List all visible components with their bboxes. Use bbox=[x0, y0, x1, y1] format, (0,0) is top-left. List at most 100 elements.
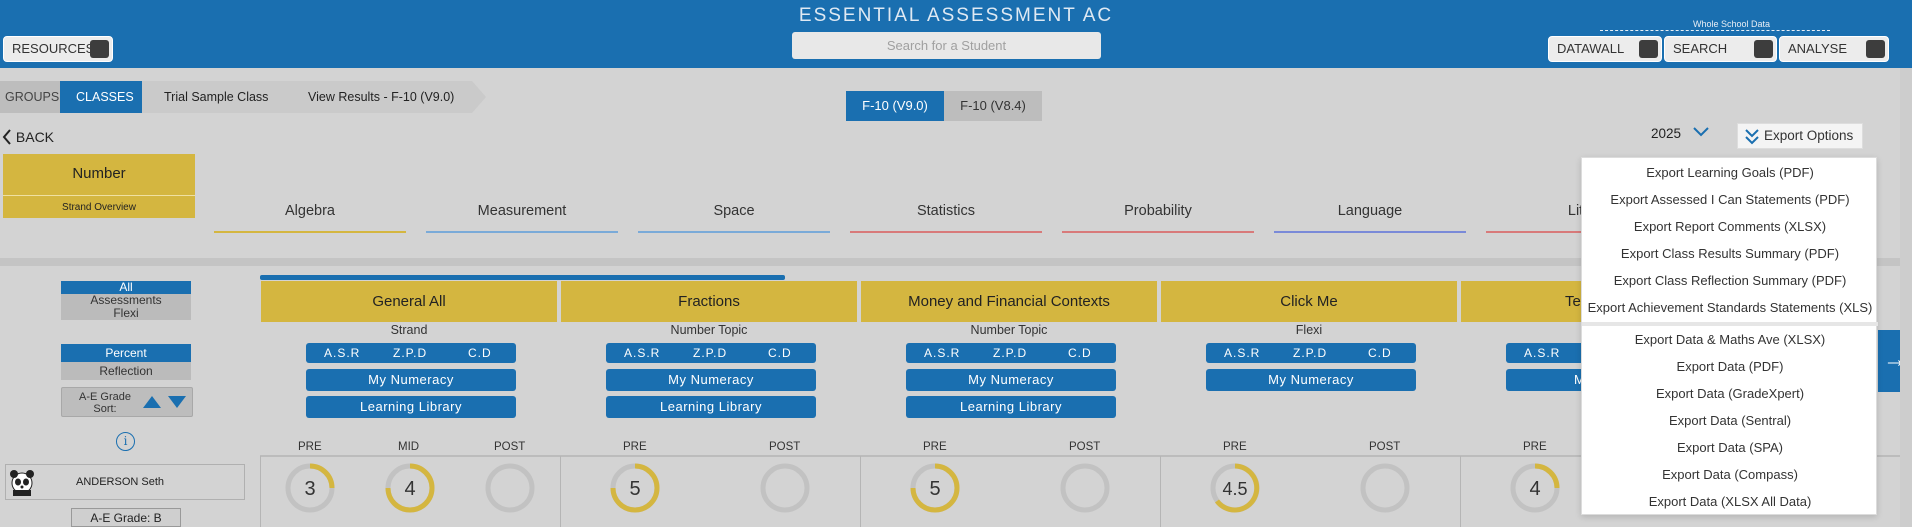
score-value: 5 bbox=[629, 478, 640, 500]
score-value: 4 bbox=[1529, 478, 1540, 500]
menu-item-export[interactable]: Export Achievement Standards Statements … bbox=[1582, 300, 1878, 315]
my-numeracy-button[interactable]: My Numeracy bbox=[1206, 369, 1416, 391]
phase-label: POST bbox=[494, 441, 526, 453]
column-divider bbox=[1160, 456, 1161, 527]
student-row-header[interactable]: ANDERSON Seth bbox=[5, 464, 245, 500]
cd-link[interactable]: C.D bbox=[468, 346, 492, 360]
cd-link[interactable]: C.D bbox=[768, 346, 792, 360]
zpd-link[interactable]: Z.P.D bbox=[693, 346, 727, 360]
score-value: 5 bbox=[929, 478, 940, 500]
asr-link[interactable]: A.S.R bbox=[1224, 346, 1260, 360]
cd-link[interactable]: C.D bbox=[1368, 346, 1392, 360]
asr-zpd-cd-bar[interactable]: A.S.R Z.P.D C.D bbox=[606, 343, 816, 363]
phase-label: PRE bbox=[923, 441, 947, 453]
phase-label: PRE bbox=[1223, 441, 1247, 453]
score-ring[interactable]: 5 bbox=[909, 462, 961, 514]
phase-label: POST bbox=[1069, 441, 1101, 453]
score-value: 4 bbox=[404, 478, 415, 500]
search-toggle-icon bbox=[1754, 40, 1773, 58]
score-ring[interactable]: 5 bbox=[609, 462, 661, 514]
zpd-link[interactable]: Z.P.D bbox=[393, 346, 427, 360]
my-numeracy-button[interactable]: My Numeracy bbox=[306, 369, 516, 391]
phase-label: PRE bbox=[1523, 441, 1547, 453]
tab-strand-algebra[interactable]: Algebra bbox=[214, 203, 406, 233]
menu-item-export[interactable]: Export Class Results Summary (PDF) bbox=[1582, 246, 1878, 261]
datawall-button[interactable]: DATAWALL bbox=[1548, 36, 1662, 62]
filter-flexi[interactable]: Flexi bbox=[61, 307, 191, 320]
assessment-title[interactable]: Money and Financial Contexts bbox=[861, 281, 1157, 322]
menu-item-export[interactable]: Export Data & Maths Ave (XLSX) bbox=[1582, 332, 1878, 347]
asr-zpd-cd-bar[interactable]: A.S.R Z.P.D C.D bbox=[906, 343, 1116, 363]
whole-school-data-label: Whole School Data bbox=[1692, 19, 1770, 29]
tab-strand-statistics[interactable]: Statistics bbox=[850, 203, 1042, 233]
sort-ascending-icon[interactable] bbox=[142, 394, 162, 410]
resources-button[interactable]: RESOURCES bbox=[3, 36, 113, 62]
display-mode-toggle[interactable]: Percent Reflection bbox=[61, 344, 191, 380]
tab-strand-probability[interactable]: Probability bbox=[1062, 203, 1254, 233]
assessment-title[interactable]: Click Me bbox=[1161, 281, 1457, 322]
tab-strand-space[interactable]: Space bbox=[638, 203, 830, 233]
my-numeracy-button[interactable]: My Numeracy bbox=[606, 369, 816, 391]
menu-item-export[interactable]: Export Data (GradeXpert) bbox=[1582, 386, 1878, 401]
assessment-type: Number Topic bbox=[970, 323, 1048, 337]
student-search-input[interactable]: Search for a Student bbox=[792, 32, 1101, 59]
assessment-filter-toggle[interactable]: All Assessments Flexi bbox=[61, 281, 191, 320]
cd-link[interactable]: C.D bbox=[1068, 346, 1092, 360]
strand-card-number[interactable]: Number Strand Overview bbox=[3, 154, 195, 218]
asr-zpd-cd-bar[interactable]: A.S.R Z.P.D C.D bbox=[1206, 343, 1416, 363]
student-name[interactable]: ANDERSON Seth bbox=[76, 465, 164, 499]
zpd-link[interactable]: Z.P.D bbox=[1293, 346, 1327, 360]
zpd-link[interactable]: Z.P.D bbox=[993, 346, 1027, 360]
export-options-button[interactable]: Export Options bbox=[1737, 123, 1863, 149]
datawall-toggle-icon bbox=[1639, 40, 1658, 58]
learning-library-button[interactable]: Learning Library bbox=[606, 396, 816, 418]
breadcrumb-classes[interactable]: CLASSES bbox=[60, 81, 142, 113]
score-ring[interactable]: 4.5 bbox=[1209, 462, 1261, 514]
score-value: 4.5 bbox=[1222, 479, 1247, 499]
asr-link[interactable]: A.S.R bbox=[624, 346, 660, 360]
tab-strand-language[interactable]: Language bbox=[1274, 203, 1466, 233]
sort-descending-icon[interactable] bbox=[167, 394, 187, 410]
menu-item-export[interactable]: Export Report Comments (XLSX) bbox=[1582, 219, 1878, 234]
menu-item-export[interactable]: Export Class Reflection Summary (PDF) bbox=[1582, 273, 1878, 288]
page-scrollbar[interactable] bbox=[1900, 68, 1912, 527]
search-button[interactable]: SEARCH bbox=[1664, 36, 1777, 62]
asr-link[interactable]: A.S.R bbox=[324, 346, 360, 360]
back-button[interactable]: BACK bbox=[2, 129, 54, 145]
score-ring[interactable]: 4 bbox=[384, 462, 436, 514]
resources-toggle-icon bbox=[90, 40, 109, 58]
tab-version-9[interactable]: F-10 (V9.0) bbox=[846, 91, 944, 121]
score-ring[interactable]: 4 bbox=[1509, 462, 1561, 514]
menu-item-export[interactable]: Export Data (SPA) bbox=[1582, 440, 1878, 455]
asr-link[interactable]: A.S.R bbox=[924, 346, 960, 360]
menu-item-export[interactable]: Export Assessed I Can Statements (PDF) bbox=[1582, 192, 1878, 207]
asr-link[interactable]: A.S.R bbox=[1524, 346, 1560, 360]
export-options-menu: Export Learning Goals (PDF) Export Asses… bbox=[1581, 157, 1878, 515]
breadcrumb-groups[interactable]: GROUPS bbox=[0, 81, 60, 113]
column-divider bbox=[560, 456, 561, 527]
info-icon[interactable]: i bbox=[116, 432, 135, 451]
assessment-title[interactable]: Fractions bbox=[561, 281, 857, 322]
score-ring[interactable]: 3 bbox=[284, 462, 336, 514]
top-header: ESSENTIAL ASSESSMENT AC RESOURCES Search… bbox=[0, 0, 1912, 68]
mode-reflection[interactable]: Reflection bbox=[61, 362, 191, 380]
menu-item-export[interactable]: Export Data (XLSX All Data) bbox=[1582, 494, 1878, 509]
menu-item-export[interactable]: Export Data (Compass) bbox=[1582, 467, 1878, 482]
year-select[interactable]: 2025 bbox=[1651, 126, 1709, 141]
menu-item-export[interactable]: Export Data (PDF) bbox=[1582, 359, 1878, 374]
asr-zpd-cd-bar[interactable]: A.S.R Z.P.D C.D bbox=[306, 343, 516, 363]
learning-library-button[interactable]: Learning Library bbox=[306, 396, 516, 418]
menu-item-export[interactable]: Export Learning Goals (PDF) bbox=[1582, 165, 1878, 180]
assessment-title[interactable]: General All bbox=[261, 281, 557, 322]
mode-percent[interactable]: Percent bbox=[61, 344, 191, 362]
analyse-button[interactable]: ANALYSE bbox=[1779, 36, 1889, 62]
tab-strand-measurement[interactable]: Measurement bbox=[426, 203, 618, 233]
scroll-progress-bar bbox=[260, 275, 785, 280]
menu-item-export[interactable]: Export Data (Sentral) bbox=[1582, 413, 1878, 428]
breadcrumb-class[interactable]: Trial Sample Class bbox=[142, 81, 282, 113]
learning-library-button[interactable]: Learning Library bbox=[906, 396, 1116, 418]
strand-overview-link[interactable]: Strand Overview bbox=[3, 195, 195, 218]
assessment-type: Strand bbox=[390, 323, 428, 337]
my-numeracy-button[interactable]: My Numeracy bbox=[906, 369, 1116, 391]
tab-version-8[interactable]: F-10 (V8.4) bbox=[944, 91, 1042, 121]
